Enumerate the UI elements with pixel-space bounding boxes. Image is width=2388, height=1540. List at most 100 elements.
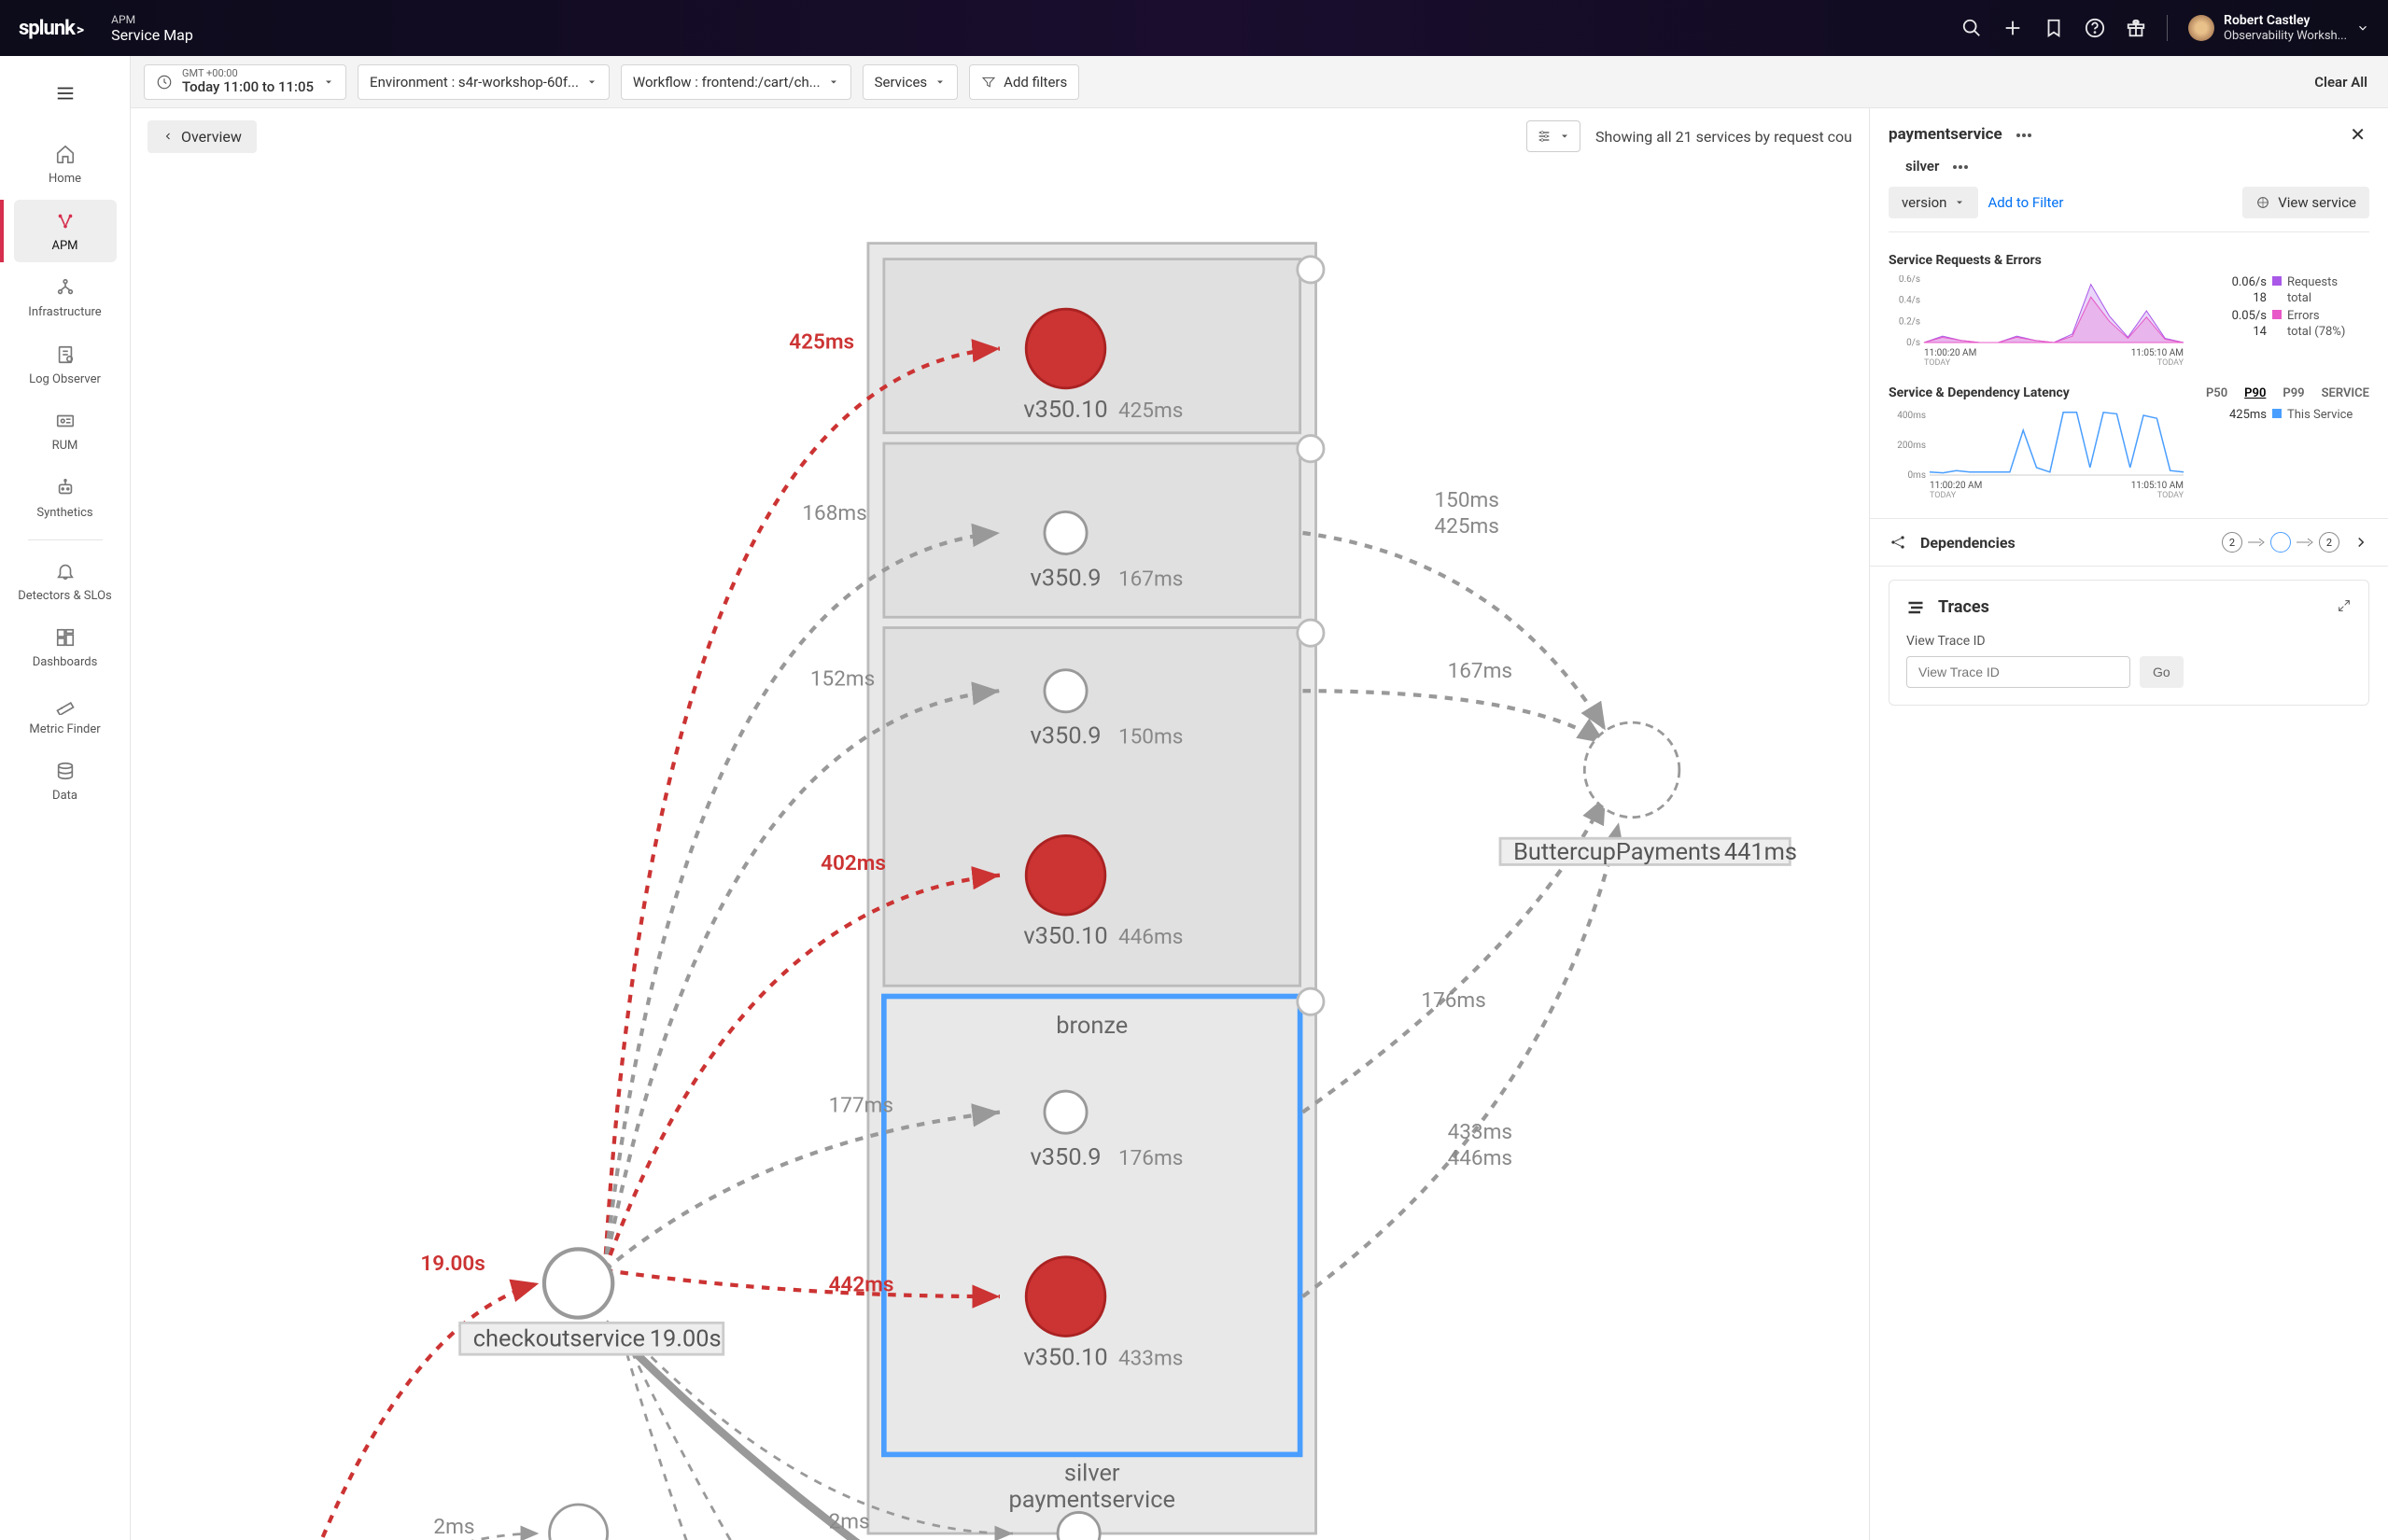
dependencies-row[interactable]: Dependencies 2 2 <box>1870 518 2388 567</box>
svg-text:400ms: 400ms <box>1897 411 1926 421</box>
user-name: Robert Castley <box>2224 13 2347 29</box>
nav-apm[interactable]: APM <box>14 200 117 263</box>
services-filter[interactable]: Services <box>863 64 959 100</box>
plus-icon[interactable] <box>2002 18 2023 38</box>
nav-label: Metric Finder <box>29 722 100 737</box>
share-icon <box>1889 533 1907 552</box>
legend-swatch <box>2272 409 2282 418</box>
map-settings-button[interactable] <box>1526 120 1580 152</box>
tab-p50[interactable]: P50 <box>2206 386 2227 400</box>
nav-infrastructure[interactable]: Infrastructure <box>14 266 117 329</box>
nav-label: Dashboards <box>33 655 98 670</box>
nav-home[interactable]: Home <box>14 133 117 196</box>
tab-p90[interactable]: P90 <box>2244 386 2266 400</box>
gift-icon[interactable] <box>2126 18 2146 38</box>
workflow-filter[interactable]: Workflow : frontend:/cart/ch... <box>621 64 851 100</box>
svg-text:152ms: 152ms <box>810 666 875 692</box>
nav-log-observer[interactable]: Log Observer <box>14 333 117 397</box>
nav-label: Log Observer <box>29 372 101 387</box>
menu-icon[interactable] <box>47 75 84 112</box>
close-icon[interactable]: ✕ <box>2346 119 2369 149</box>
left-nav: Home APM Infrastructure Log Observer RUM… <box>0 56 131 1540</box>
svg-text:2ms: 2ms <box>829 1508 870 1533</box>
traces-icon <box>1906 598 1925 617</box>
nav-detectors[interactable]: Detectors & SLOs <box>14 550 117 613</box>
nav-data[interactable]: Data <box>14 749 117 813</box>
svg-text:TODAY: TODAY <box>2157 491 2184 500</box>
home-icon <box>53 142 77 166</box>
filter-label: Workflow : frontend:/cart/ch... <box>633 74 821 91</box>
service-map-canvas[interactable]: 425ms 168ms 152ms 402ms 177ms 442ms 1 <box>131 164 1869 1540</box>
nav-label: RUM <box>52 439 78 454</box>
legend-value: 18 <box>2220 291 2267 305</box>
dep-graph: 2 2 <box>2222 532 2339 553</box>
time-range-label: Today 11:00 to 11:05 <box>182 79 314 95</box>
user-org: Observability Worksh... <box>2224 29 2347 44</box>
caret-down-icon <box>934 77 946 88</box>
time-range-picker[interactable]: GMT +00:00 Today 11:00 to 11:05 <box>144 64 346 100</box>
svg-text:150ms: 150ms <box>1434 487 1498 512</box>
view-service-button[interactable]: View service <box>2242 187 2369 218</box>
svg-text:446ms: 446ms <box>1448 1145 1512 1170</box>
version-dropdown[interactable]: version <box>1889 187 1978 218</box>
svg-text:442ms: 442ms <box>829 1271 894 1296</box>
overview-button[interactable]: Overview <box>147 120 257 153</box>
svg-text:2ms: 2ms <box>433 1514 474 1539</box>
splunk-logo[interactable]: splunk> <box>19 17 83 40</box>
trace-label: View Trace ID <box>1906 634 2352 649</box>
svg-text:checkoutservice: checkoutservice <box>473 1325 645 1353</box>
caret-down-icon <box>1954 197 1965 208</box>
trace-id-input[interactable] <box>1906 656 2130 688</box>
more-icon[interactable] <box>2012 123 2036 146</box>
expand-icon[interactable] <box>2337 598 2352 617</box>
svg-text:0.6/s: 0.6/s <box>1899 275 1920 285</box>
svg-text:425ms: 425ms <box>789 329 854 354</box>
svg-text:11:05:10 AM: 11:05:10 AM <box>2131 348 2184 358</box>
more-icon[interactable] <box>1948 155 1973 177</box>
nav-synthetics[interactable]: Synthetics <box>14 467 117 530</box>
legend-value: 425ms <box>2220 408 2267 422</box>
environment-filter[interactable]: Environment : s4r-workshop-60f... <box>358 64 610 100</box>
user-menu[interactable]: Robert Castley Observability Worksh... <box>2188 13 2369 43</box>
map-showing-label: Showing all 21 services by request cou <box>1595 128 1852 146</box>
add-filters-button[interactable]: Add filters <box>969 64 1079 100</box>
nav-rum[interactable]: RUM <box>14 399 117 463</box>
svg-text:TODAY: TODAY <box>1924 358 1951 368</box>
section-title: Service Requests & Errors <box>1889 253 2369 268</box>
search-icon[interactable] <box>1961 18 1982 38</box>
svg-text:0ms: 0ms <box>1907 470 1926 481</box>
svg-text:0/s: 0/s <box>1906 338 1920 348</box>
svg-text:silver: silver <box>1064 1460 1120 1488</box>
svg-text:433ms: 433ms <box>1448 1119 1512 1144</box>
tab-service[interactable]: SERVICE <box>2322 386 2369 400</box>
panel-subtitle: silver <box>1905 158 1939 175</box>
latency-tabs: P50 P90 P99 SERVICE <box>2206 386 2369 400</box>
ruler-icon <box>53 693 77 717</box>
avatar <box>2188 15 2214 41</box>
caret-down-icon <box>586 77 597 88</box>
panel-title: paymentservice <box>1889 125 2002 144</box>
svg-text:v350.10: v350.10 <box>1023 396 1107 424</box>
help-icon[interactable] <box>2085 18 2105 38</box>
app-title: APM Service Map <box>111 13 193 44</box>
bookmark-icon[interactable] <box>2044 18 2064 38</box>
dep-self <box>2270 532 2291 553</box>
svg-text:433ms: 433ms <box>1118 1345 1183 1370</box>
details-panel: paymentservice ✕ silver version Add to F… <box>1870 108 2388 1540</box>
svg-text:402ms: 402ms <box>821 850 886 875</box>
go-button[interactable]: Go <box>2140 656 2184 688</box>
add-to-filter-link[interactable]: Add to Filter <box>1988 194 2063 211</box>
svg-text:177ms: 177ms <box>829 1093 893 1118</box>
nav-dashboards[interactable]: Dashboards <box>14 616 117 679</box>
topbar: splunk> APM Service Map Robert Castley O… <box>0 0 2388 56</box>
traces-card: Traces View Trace ID Go <box>1889 580 2369 706</box>
filter-label: Add filters <box>1004 74 1067 91</box>
app-title-bottom: Service Map <box>111 26 193 44</box>
nav-label: Synthetics <box>36 506 92 521</box>
nav-metric-finder[interactable]: Metric Finder <box>14 683 117 747</box>
svg-text:11:05:10 AM: 11:05:10 AM <box>2131 481 2184 491</box>
requests-chart: 0/s0.2/s0.4/s0.6/s11:00:20 AMTODAY11:05:… <box>1889 275 2187 369</box>
tab-p99[interactable]: P99 <box>2283 386 2304 400</box>
clear-all-button[interactable]: Clear All <box>2307 74 2375 91</box>
filter-label: Environment : s4r-workshop-60f... <box>370 74 579 91</box>
